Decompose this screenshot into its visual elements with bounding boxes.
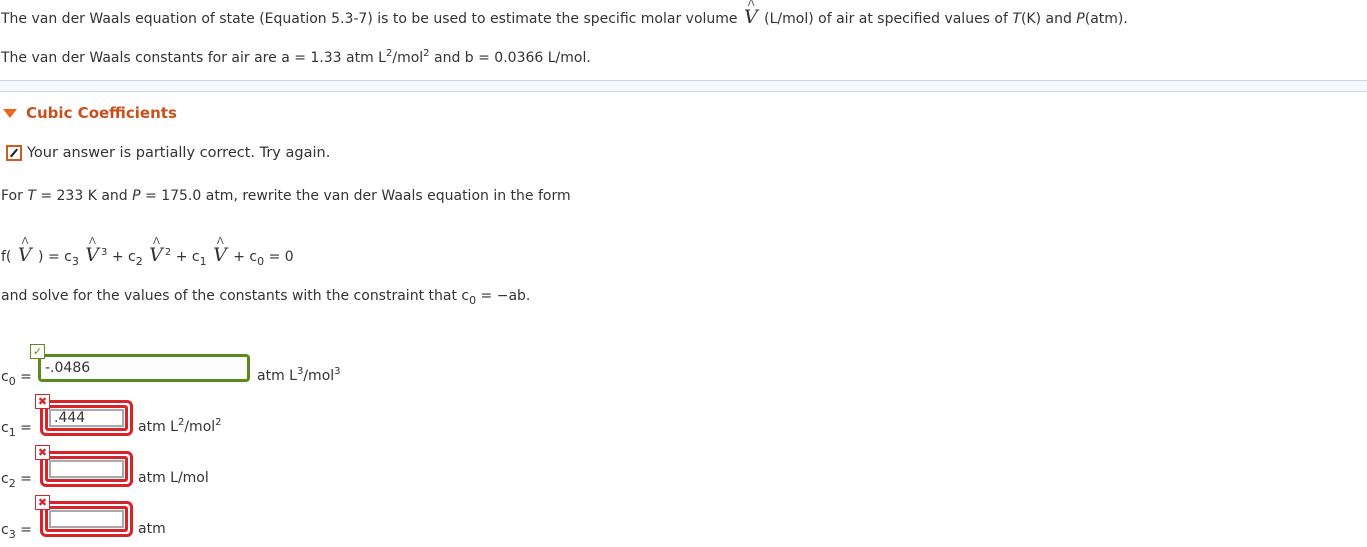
problem-statement-line1: The van der Waals equation of state (Equ… <box>1 0 1128 27</box>
subscript: 1 <box>199 255 207 268</box>
pencil-icon <box>6 145 22 161</box>
c1-input[interactable] <box>49 409 124 427</box>
hat-accent: Λ <box>216 236 224 247</box>
label-c1: c1 = <box>1 420 32 439</box>
intro-text: The van der Waals equation of state (Equ… <box>1 11 738 27</box>
constraint-text-part: and solve for the values of the constant… <box>1 288 470 304</box>
constants-text: The van der Waals constants for air are … <box>1 50 386 66</box>
eq-text: + c <box>107 249 136 265</box>
subscript: 1 <box>8 426 16 439</box>
eq-text: = 0 <box>264 249 294 265</box>
subscript: 3 <box>8 528 16 541</box>
unit-c0: atm L3/mol3 <box>257 366 341 385</box>
eq-text: + c <box>171 249 200 265</box>
x-mark-icon: ✖ <box>35 495 50 510</box>
var-p: P <box>132 188 141 204</box>
x-mark-icon: ✖ <box>35 394 50 409</box>
hat-accent: Λ <box>152 236 160 247</box>
c3-input-wrapper <box>40 501 133 537</box>
subscript: 3 <box>71 255 79 268</box>
constants-text: and b = 0.0366 L/mol. <box>429 50 591 66</box>
subscript: 2 <box>135 255 143 268</box>
cubic-equation: f( ΛV ) = c3 ΛV3 + c2 ΛV2 + c1 ΛV + c0 =… <box>1 236 294 268</box>
var-t: T <box>1012 11 1021 27</box>
equals-sign: = <box>20 471 32 487</box>
label-c0: c0 = <box>1 369 32 388</box>
c2-input-frame <box>45 456 128 482</box>
intro-text: (L/mol) of air at specified values of <box>764 11 1008 27</box>
superscript: 2 <box>215 417 222 428</box>
label-c3: c3 = <box>1 522 32 541</box>
prompt-text: For <box>1 188 28 204</box>
triangle-down-icon[interactable] <box>3 109 17 118</box>
hat-accent: Λ <box>21 236 29 247</box>
label-text: c <box>1 471 9 487</box>
label-text: c <box>1 522 9 538</box>
subscript: 2 <box>8 477 16 490</box>
c1-input-frame <box>45 405 128 431</box>
eq-text: ) = c <box>38 249 72 265</box>
c3-input-frame <box>45 506 128 532</box>
equals-sign: = <box>20 522 32 538</box>
label-c2: c2 = <box>1 471 32 490</box>
hat-accent: Λ <box>89 236 96 247</box>
question-prompt: For T = 233 K and P = 175.0 atm, rewrite… <box>1 188 571 204</box>
section-separator <box>0 80 1367 92</box>
unit-text: /mol <box>184 419 216 435</box>
unit-text: atm L <box>138 419 178 435</box>
constraint-text: and solve for the values of the constant… <box>1 288 531 306</box>
hat-accent: Λ <box>747 0 755 9</box>
constants-text: /mol <box>392 50 424 66</box>
prompt-text: = 175.0 atm, rewrite the van der Waals e… <box>140 188 571 204</box>
v-hat-symbol: ΛV <box>742 0 760 27</box>
check-icon: ✓ <box>30 344 45 359</box>
section-toggle-cubic-coefficients[interactable]: Cubic Coefficients <box>3 104 177 122</box>
eq-text: + c <box>228 249 258 265</box>
answer-status: Your answer is partially correct. Try ag… <box>6 145 330 161</box>
constraint-text-part: = −ab. <box>476 288 531 304</box>
var-p: P <box>1076 11 1085 27</box>
superscript: 3 <box>334 366 341 377</box>
intro-text: (K) and <box>1020 11 1072 27</box>
unit-text: /mol <box>303 368 335 384</box>
v-hat-symbol: ΛV <box>211 236 229 265</box>
eq-text: f( <box>1 249 12 265</box>
c2-input[interactable] <box>49 460 124 478</box>
c2-input-wrapper <box>40 451 133 487</box>
subscript: 0 <box>8 375 16 388</box>
prompt-text: = 233 K and <box>35 188 133 204</box>
equals-sign: = <box>20 369 32 385</box>
c3-input[interactable] <box>49 510 124 528</box>
unit-c1: atm L2/mol2 <box>138 417 222 436</box>
label-text: c <box>1 420 9 436</box>
c1-input-wrapper <box>40 400 133 436</box>
problem-statement-line2: The van der Waals constants for air are … <box>1 49 591 67</box>
c0-input[interactable] <box>38 354 250 382</box>
v-hat-symbol: ΛV <box>147 236 165 265</box>
unit-text: atm L <box>257 368 297 384</box>
unit-c3: atm <box>138 521 166 537</box>
status-text: Your answer is partially correct. Try ag… <box>27 145 331 161</box>
x-mark-icon: ✖ <box>35 445 50 460</box>
v-hat-symbol: ΛV <box>16 236 34 265</box>
label-text: c <box>1 369 9 385</box>
v-hat-symbol: ΛV <box>83 236 101 265</box>
section-title[interactable]: Cubic Coefficients <box>26 104 177 122</box>
equals-sign: = <box>20 420 32 436</box>
unit-c2: atm L/mol <box>138 470 209 486</box>
unit-text: atm L/mol <box>138 470 209 486</box>
intro-text: (atm). <box>1084 11 1128 27</box>
var-t: T <box>27 188 36 204</box>
unit-text: atm <box>138 521 166 537</box>
